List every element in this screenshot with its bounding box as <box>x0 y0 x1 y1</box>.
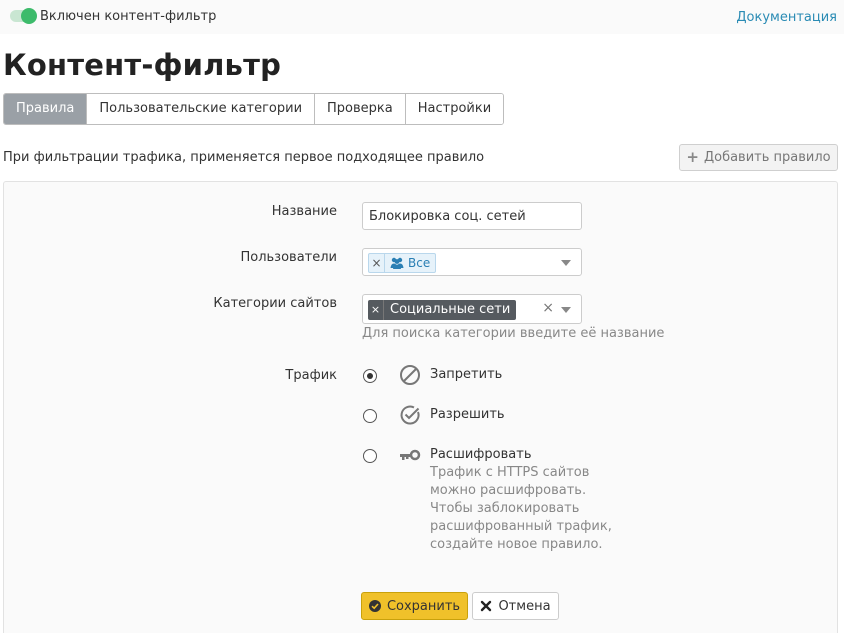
ban-icon <box>400 365 420 385</box>
close-icon <box>481 600 492 612</box>
tab-custom-categories[interactable]: Пользовательские категории <box>86 94 315 124</box>
chevron-down-icon[interactable] <box>561 260 571 266</box>
traffic-deny-label: Запретить <box>430 367 503 382</box>
users-tag-label: Все <box>408 256 431 270</box>
content-filter-toggle[interactable] <box>10 8 37 24</box>
categories-label: Категории сайтов <box>213 296 337 311</box>
top-bar: Включен контент-фильтр Документация <box>0 0 844 34</box>
users-tag: × Все <box>368 253 437 273</box>
tabs-bar: Правила Пользовательские категории Прове… <box>3 93 505 125</box>
remove-users-tag-icon[interactable]: × <box>369 254 385 272</box>
tab-settings[interactable]: Настройки <box>404 94 504 124</box>
content-filter-toggle-label: Включен контент-фильтр <box>40 9 217 24</box>
page-title: Контент-фильтр <box>3 48 282 82</box>
categories-select[interactable]: × Социальные сети × <box>362 294 582 324</box>
name-label: Название <box>271 204 337 219</box>
key-icon <box>400 449 421 461</box>
check-circle-icon <box>368 600 381 612</box>
add-rule-label: Добавить правило <box>703 150 831 165</box>
remove-category-tag-icon[interactable]: × <box>368 300 384 320</box>
save-button[interactable]: Сохранить <box>361 592 468 620</box>
traffic-allow-radio[interactable] <box>363 409 377 423</box>
users-select[interactable]: × Все <box>362 248 582 276</box>
rules-hint: При фильтрации трафика, применяется перв… <box>3 150 485 165</box>
users-label: Пользователи <box>240 250 337 265</box>
save-label: Сохранить <box>386 598 461 614</box>
traffic-deny-radio[interactable] <box>363 369 377 383</box>
traffic-label: Трафик <box>285 368 337 383</box>
traffic-decrypt-label: Расшифровать <box>430 447 532 462</box>
categories-help-text: Для поиска категории введите её название <box>362 326 665 341</box>
cancel-label: Отмена <box>498 598 551 614</box>
tab-rules[interactable]: Правила <box>4 94 87 124</box>
plus-icon: + <box>686 148 699 166</box>
chevron-down-icon[interactable] <box>561 307 571 313</box>
tab-check[interactable]: Проверка <box>314 94 405 124</box>
documentation-link[interactable]: Документация <box>736 10 837 25</box>
add-rule-button[interactable]: + Добавить правило <box>679 144 838 171</box>
decrypt-description: Трафик с HTTPS сайтов можно расшифровать… <box>430 465 612 552</box>
rule-name-input[interactable] <box>362 202 582 230</box>
check-circle-icon <box>400 405 420 425</box>
users-group-icon <box>390 257 404 269</box>
categories-tag: × Социальные сети <box>368 300 517 320</box>
toggle-knob <box>21 8 37 24</box>
clear-selection-icon[interactable]: × <box>542 300 554 316</box>
cancel-button[interactable]: Отмена <box>472 592 559 620</box>
categories-tag-label: Социальные сети <box>390 302 511 317</box>
traffic-allow-label: Разрешить <box>430 407 505 422</box>
traffic-decrypt-radio[interactable] <box>363 449 377 463</box>
